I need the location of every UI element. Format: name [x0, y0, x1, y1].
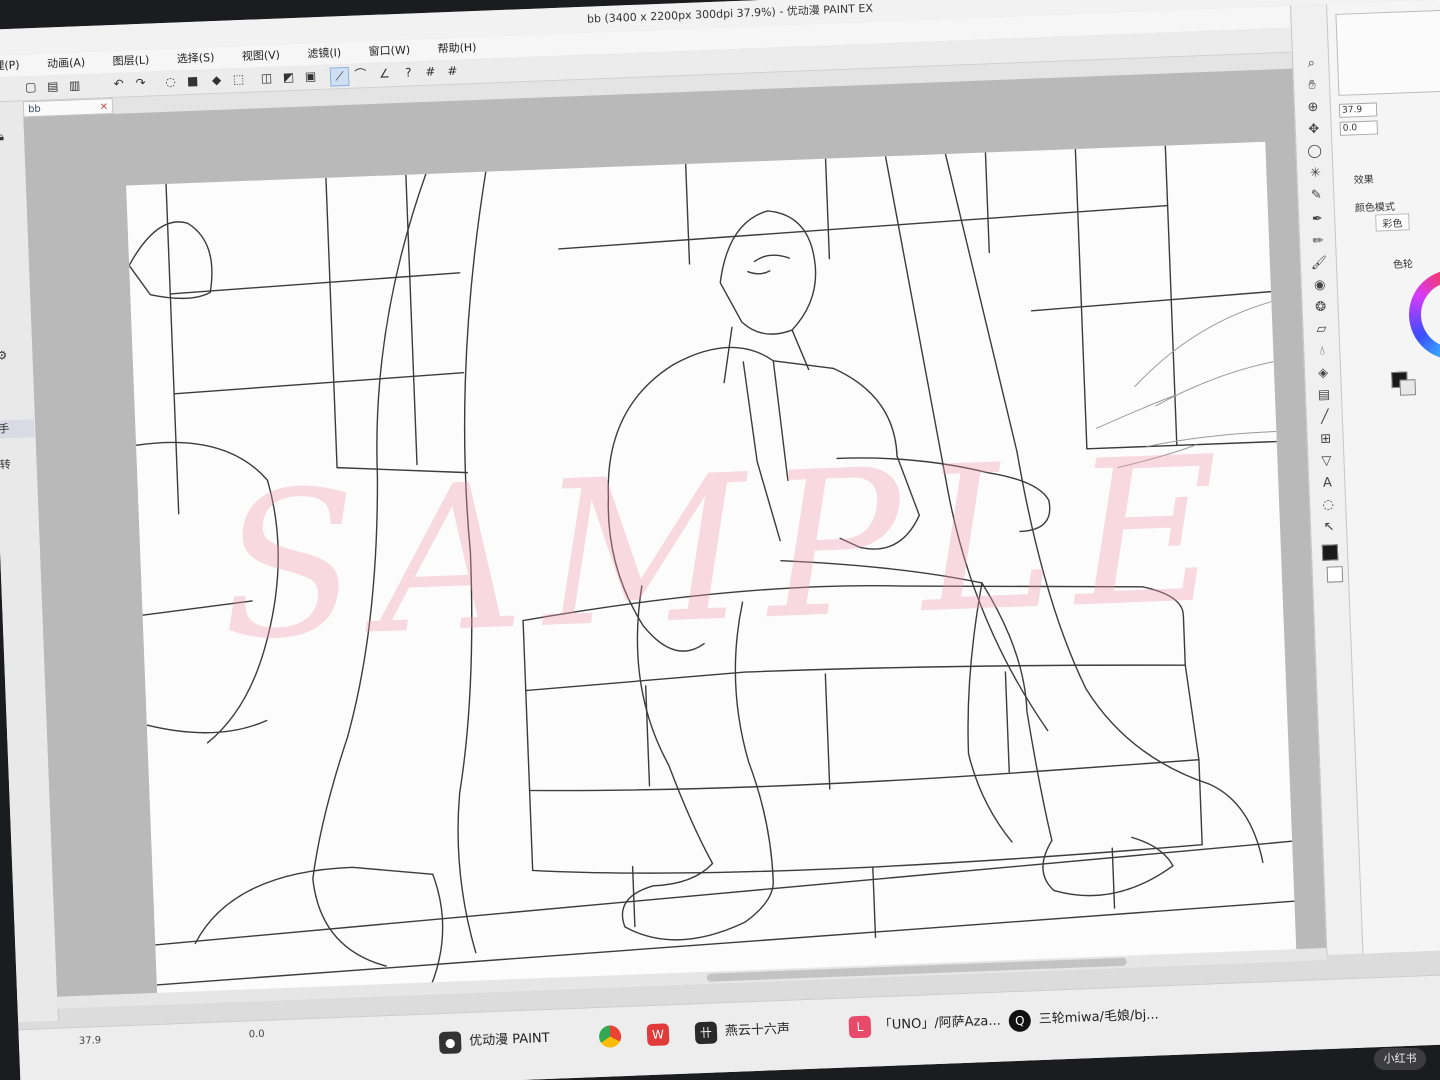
taskbar-app-qq-label: 三轮miwa/毛娘/bj... — [1038, 1007, 1159, 1028]
lasso-icon[interactable]: ◯ — [1305, 143, 1324, 162]
airbrush-icon[interactable]: ◉ — [1310, 276, 1329, 295]
color-wheel-tab[interactable]: 色轮 — [1393, 255, 1413, 271]
undo-icon[interactable]: ↶ — [110, 75, 128, 93]
menu-item-animation[interactable]: 动画(A) — [35, 52, 98, 76]
magic-wand-icon[interactable]: ✳ — [1306, 165, 1325, 184]
transform-icon[interactable]: ⬚ — [230, 71, 248, 89]
eyedropper-icon[interactable]: ✎ — [1307, 186, 1326, 205]
grid-icon[interactable]: # — [422, 63, 440, 81]
taskbar-chrome[interactable] — [598, 1021, 630, 1052]
gradient-icon[interactable]: ▤ — [1315, 386, 1334, 405]
canvas-workspace[interactable]: SAMPLE — [23, 68, 1327, 1005]
fill-bucket-icon[interactable]: ◈ — [1314, 364, 1333, 383]
menu-item-view[interactable]: 视图(V) — [229, 44, 292, 68]
ruler-icon[interactable]: ▽ — [1317, 452, 1336, 471]
taskbar-app-yanyun[interactable]: 卄燕云十六声 — [694, 1015, 790, 1049]
taskbar-app-uno[interactable]: L 「UNO」/阿萨Aza... — [848, 1007, 1001, 1043]
status-rotation[interactable]: 0.0 — [249, 1029, 265, 1041]
zoom-icon[interactable]: ⌕ — [1302, 55, 1321, 74]
navigator-thumbnail[interactable] — [1335, 9, 1440, 96]
layer-icon-c[interactable]: ▣ — [302, 68, 320, 86]
frame-icon[interactable]: ⊞ — [1316, 430, 1335, 449]
navigator-rotation-field[interactable]: 0.0 — [1339, 120, 1379, 136]
menu-item-help[interactable]: 帮助(H) — [425, 37, 489, 61]
color-mode-label: 颜色模式 — [1354, 201, 1396, 215]
chrome-icon — [598, 1024, 622, 1048]
object-select-icon[interactable]: ⊕ — [1304, 99, 1323, 118]
taskbar-app-qq[interactable]: Q 三轮miwa/毛娘/bj... — [1008, 1000, 1159, 1036]
color-wheel[interactable] — [1407, 267, 1440, 362]
decoration-icon[interactable]: ❂ — [1311, 298, 1330, 317]
new-file-icon[interactable]: ▢ — [22, 79, 40, 97]
brush-icon[interactable]: 🖌︎ — [1310, 254, 1329, 273]
xiaohongshu-watermark: 小红书 — [1374, 1048, 1426, 1070]
main-color-swatch[interactable] — [1321, 544, 1339, 561]
left-panel-tab-rotate[interactable]: 转 — [0, 455, 36, 474]
status-zoom[interactable]: 37.9 — [79, 1035, 102, 1047]
wps-icon: W — [646, 1022, 670, 1046]
qq-icon: Q — [1008, 1008, 1032, 1032]
sample-watermark: SAMPLE — [216, 413, 1245, 686]
left-panel-tab-hand[interactable]: 手 — [0, 419, 35, 439]
hand-icon[interactable]: ✋︎ — [1303, 77, 1322, 96]
close-icon[interactable]: × — [99, 99, 108, 114]
clear-icon[interactable]: ■ — [184, 73, 202, 91]
color-wheel-center[interactable] — [1419, 280, 1440, 349]
menu-item-select[interactable]: 选择(S) — [164, 47, 226, 71]
text-icon[interactable]: A — [1318, 474, 1337, 493]
curve-snap-icon[interactable]: ⌒ — [352, 66, 370, 84]
taskbar-wps[interactable]: W — [646, 1019, 678, 1050]
taskbar-app-yanyun-label: 燕云十六声 — [724, 1021, 791, 1040]
ruler-snap-icon[interactable]: ⟋ — [329, 66, 350, 87]
deselect-icon[interactable]: ◌ — [162, 73, 180, 91]
taskbar-app-paint-label: 优动漫 PAINT — [468, 1030, 550, 1049]
blend-icon[interactable]: 💧︎ — [1313, 342, 1332, 361]
shape-icon[interactable]: ╱ — [1316, 408, 1335, 427]
lock-icon[interactable]: 🔒︎ — [0, 130, 4, 144]
correct-line-icon[interactable]: ↖ — [1320, 518, 1339, 537]
panel-sub-color-swatch[interactable] — [1399, 379, 1417, 396]
pen-icon[interactable]: ✒ — [1308, 210, 1327, 229]
paint-app-icon: ● — [438, 1030, 462, 1054]
color-mode-select[interactable]: 彩色 — [1375, 213, 1410, 232]
menu-item-manage[interactable]: 理(P) — [0, 54, 32, 78]
fill-icon[interactable]: ◆ — [208, 72, 226, 90]
menu-item-window[interactable]: 窗口(W) — [356, 39, 422, 63]
window-title: bb (3400 x 2200px 300dpi 37.9%) - 优动漫 PA… — [586, 1, 874, 26]
taskbar-app-uno-label: 「UNO」/阿萨Aza... — [878, 1013, 1002, 1034]
perspective-icon[interactable]: ∠ — [376, 65, 394, 83]
drawing-canvas[interactable]: SAMPLE — [126, 141, 1297, 1005]
yanyun-icon: 卄 — [694, 1020, 718, 1044]
screen: bb (3400 x 2200px 300dpi 37.9%) - 优动漫 PA… — [0, 0, 1440, 1080]
wrench-icon[interactable]: ⚙ — [0, 348, 8, 362]
layer-icon-b[interactable]: ◩ — [280, 69, 298, 87]
help-icon[interactable]: ? — [400, 64, 418, 82]
grid-alt-icon[interactable]: # — [444, 63, 462, 81]
open-folder-icon[interactable]: ▤ — [44, 78, 62, 96]
pencil-icon[interactable]: ✏ — [1309, 232, 1328, 251]
balloon-icon[interactable]: ◌ — [1319, 496, 1338, 515]
lofter-icon: L — [848, 1015, 872, 1038]
monitor: bb (3400 x 2200px 300dpi 37.9%) - 优动漫 PA… — [0, 0, 1440, 1080]
redo-icon[interactable]: ↷ — [132, 75, 150, 93]
menu-item-layer[interactable]: 图层(L) — [100, 49, 162, 73]
save-icon[interactable]: ▥ — [66, 77, 84, 95]
sub-color-swatch[interactable] — [1326, 566, 1344, 583]
move-icon[interactable]: ✥ — [1304, 121, 1323, 140]
taskbar-app-paint[interactable]: ● 优动漫 PAINT — [438, 1024, 551, 1058]
eraser-icon[interactable]: ▱ — [1312, 320, 1331, 339]
layer-icon-a[interactable]: ◫ — [258, 70, 276, 88]
effects-label: 效果 — [1353, 174, 1375, 187]
navigator-zoom-field[interactable]: 37.9 — [1338, 102, 1378, 118]
document-tab-label: bb — [27, 103, 42, 116]
menu-item-filter[interactable]: 滤镜(I) — [295, 42, 354, 66]
